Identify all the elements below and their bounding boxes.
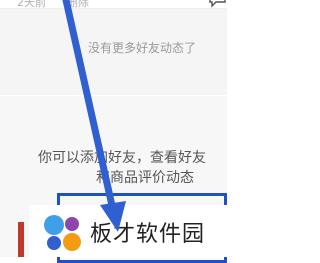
empty-hint-line2: 和商品评价动态 xyxy=(96,170,194,186)
no-more-friends-text: 没有更多好友动态了 xyxy=(88,41,197,55)
watermark-logo-icon xyxy=(44,215,81,251)
red-banner-edge xyxy=(18,222,24,257)
comment-icon[interactable] xyxy=(208,0,227,8)
watermark-text: 板才软件园 xyxy=(90,222,206,247)
empty-hint-line1: 你可以添加好友，查看好友 xyxy=(38,150,206,166)
